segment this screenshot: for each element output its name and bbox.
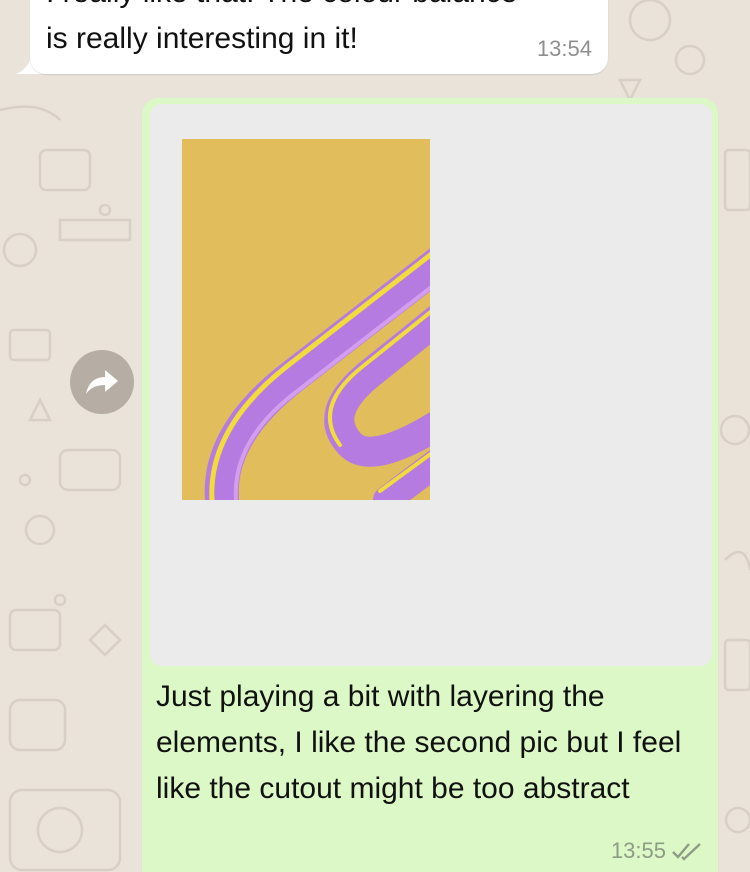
- outgoing-message-bubble[interactable]: Just playing a bit with layering the ele…: [142, 98, 718, 872]
- incoming-message-line-2: is really interesting in it!: [46, 22, 358, 55]
- outgoing-message-meta: 13:55: [611, 838, 702, 864]
- incoming-message-bubble[interactable]: I really like that! The colour balance i…: [30, 0, 608, 74]
- image-attachment[interactable]: [150, 104, 712, 666]
- incoming-message-time: 13:54: [536, 36, 592, 61]
- incoming-message-line-1: I really like that! The colour balance: [46, 0, 517, 16]
- attached-image: [182, 139, 430, 500]
- forward-arrow-icon: [86, 370, 118, 394]
- forward-button[interactable]: [70, 350, 134, 414]
- double-check-icon: [672, 843, 701, 861]
- incoming-message-text: I really like that! The colour balance i…: [46, 0, 517, 62]
- outgoing-message-time: 13:55: [610, 838, 666, 863]
- outgoing-message-text: Just playing a bit with layering the ele…: [156, 680, 682, 805]
